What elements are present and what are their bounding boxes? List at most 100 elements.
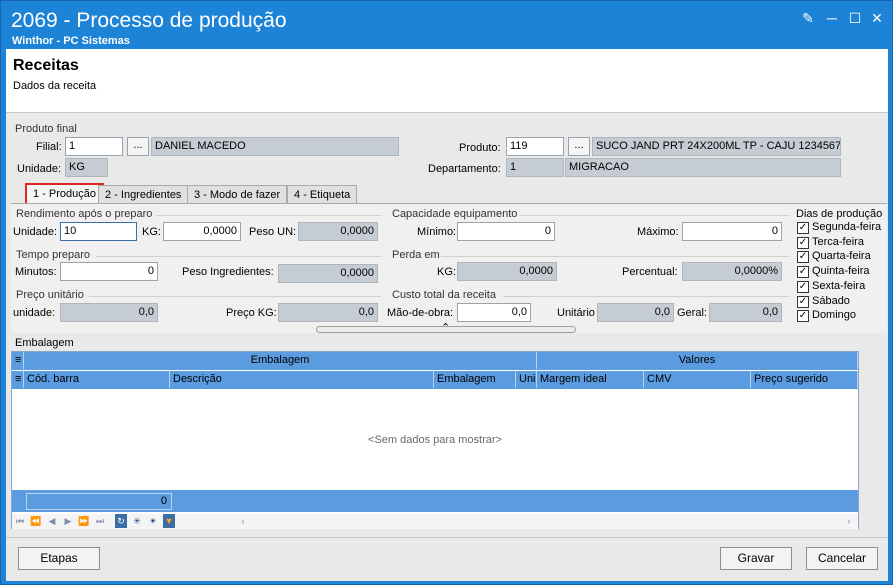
grid-footer: 0 [12, 490, 858, 512]
cancelar-button[interactable]: Cancelar [806, 547, 878, 570]
dia-checkbox[interactable]: ✓ [797, 310, 809, 323]
next-page-icon[interactable]: ⏩ [78, 514, 90, 528]
preco-unidade-value: 0,0 [60, 303, 158, 322]
scroll-left-icon[interactable]: ‹ [237, 514, 249, 528]
filial-input[interactable]: 1 [65, 137, 123, 156]
next-record-icon[interactable]: ▶ [62, 514, 74, 528]
rendimento-unidade-input[interactable]: 10 [60, 222, 137, 241]
capacidade-separator [519, 215, 789, 216]
embalagem-group-label: Embalagem [15, 337, 74, 349]
column-margem-ideal[interactable]: Margem ideal [537, 371, 644, 388]
last-page-icon[interactable]: ⏭ [94, 514, 106, 528]
departamento-value: 1 [506, 158, 564, 177]
prev-record-icon[interactable]: ◀ [46, 514, 58, 528]
maximo-label: Máximo: [637, 226, 679, 238]
dia-label: Quinta-feira [812, 265, 870, 278]
tab-producao[interactable]: 1 - Produção [25, 183, 104, 204]
perda-kg-label: KG: [437, 266, 456, 278]
produto-description: SUCO JAND PRT 24X200ML TP - CAJU 1234567 [592, 137, 841, 156]
splitter-arrow-icon[interactable]: ⌃ [441, 321, 450, 334]
tempo-separator [96, 256, 381, 257]
preco-separator [89, 296, 381, 297]
insert-icon[interactable]: ✳ [131, 514, 143, 528]
page-title: Receitas [13, 57, 79, 74]
departamento-label: Departamento: [428, 163, 501, 175]
window-title: 2069 - Processo de produção [11, 9, 287, 32]
window-subtitle: Winthor - PC Sistemas [12, 35, 130, 47]
dia-label: Sábado [812, 294, 850, 307]
dia-label: Segunda-feira [812, 221, 882, 233]
column-cmv[interactable]: CMV [644, 371, 751, 388]
dia-checkbox[interactable]: ✓ [797, 266, 809, 279]
preco-unidade-label: unidade: [13, 307, 56, 319]
produto-final-group-label: Produto final [15, 123, 77, 135]
peso-ingredientes-value: 0,0000 [278, 264, 378, 283]
dia-label: Domingo [812, 309, 857, 322]
dia-checkbox[interactable]: ✓ [797, 236, 809, 249]
tab-etiqueta[interactable]: 4 - Etiqueta [287, 185, 358, 204]
column-preco-sugerido[interactable]: Preço sugerido [751, 371, 858, 388]
rendimento-unidade-label: Unidade: [13, 226, 58, 238]
departamento-description: MIGRACAO [565, 158, 841, 177]
column-cod-barra[interactable]: Cód. barra [24, 371, 170, 388]
grid-navigator: ⏮ ⏪ ◀ ▶ ⏩ ⏭ ↻ ✳ ✴ ▼ ‹ › [12, 514, 858, 529]
dia-checkbox[interactable]: ✓ [797, 280, 809, 293]
unidade-value: KG [65, 158, 108, 177]
dia-checkbox[interactable]: ✓ [797, 295, 809, 308]
peso-ingredientes-label: Peso Ingredientes: [182, 266, 274, 278]
tab-panel-producao: Rendimento após o preparo Unidade: 10 KG… [11, 203, 887, 334]
produto-label: Produto: [459, 142, 501, 154]
minimo-input[interactable]: 0 [457, 222, 555, 241]
maximo-input[interactable]: 0 [682, 222, 782, 241]
capacidade-title: Capacidade equipamento [392, 208, 518, 220]
preco-kg-value: 0,0 [278, 303, 378, 322]
custo-separator [503, 296, 789, 297]
grid-column-header: ≡ Cód. barra Descrição Embalagem Uni Mar… [12, 371, 858, 389]
dia-label: Terca-feira [812, 235, 864, 248]
page-subtitle: Dados da receita [13, 80, 97, 92]
preco-unitario-title: Preço unitário [16, 289, 84, 301]
custo-unitario-value: 0,0 [597, 303, 674, 322]
minimize-button[interactable]: ─ [823, 9, 841, 27]
peso-un-label: Peso UN: [249, 226, 297, 238]
close-button[interactable]: ✕ [868, 9, 886, 27]
refresh-icon[interactable]: ↻ [115, 514, 127, 528]
tab-ingredientes[interactable]: 2 - Ingredientes [98, 185, 189, 204]
filial-lookup-button[interactable]: ... [127, 137, 149, 156]
dia-label: Sexta-feira [812, 279, 866, 292]
column-uni[interactable]: Uni [516, 371, 537, 388]
column-embalagem[interactable]: Embalagem [434, 371, 516, 388]
dia-checkbox[interactable]: ✓ [797, 251, 809, 264]
rendimento-kg-label: KG: [142, 226, 161, 238]
maximize-button[interactable]: ☐ [846, 9, 864, 27]
filial-label: Filial: [36, 141, 62, 153]
filter-icon[interactable]: ▼ [163, 514, 175, 528]
title-bar: 2069 - Processo de produção Winthor - PC… [1, 1, 892, 49]
rendimento-kg-input[interactable]: 0,0000 [163, 222, 241, 241]
produto-input[interactable]: 119 [506, 137, 564, 156]
edit-icon[interactable]: ✎ [799, 9, 817, 27]
mao-de-obra-input[interactable]: 0,0 [457, 303, 531, 322]
rendimento-title: Rendimento após o preparo [16, 208, 153, 220]
minutos-input[interactable]: 0 [60, 262, 158, 281]
grid-menu-icon[interactable]: ≡ [12, 352, 24, 369]
delete-icon[interactable]: ✴ [147, 514, 159, 528]
prev-page-icon[interactable]: ⏪ [30, 514, 42, 528]
produto-lookup-button[interactable]: ... [568, 137, 590, 156]
column-chooser-icon[interactable]: ≡ [12, 371, 24, 388]
column-descricao[interactable]: Descrição [170, 371, 434, 388]
preco-kg-label: Preço KG: [226, 307, 277, 319]
etapas-button[interactable]: Etapas [18, 547, 100, 570]
percentual-label: Percentual: [622, 266, 678, 278]
perda-kg-value: 0,0000 [457, 262, 557, 281]
gravar-button[interactable]: Gravar [720, 547, 792, 570]
peso-un-value: 0,0000 [298, 222, 378, 241]
tab-modo-de-fazer[interactable]: 3 - Modo de fazer [187, 185, 288, 204]
custo-geral-value: 0,0 [709, 303, 782, 322]
dia-label: Quarta-feira [812, 250, 871, 263]
dia-checkbox[interactable]: ✓ [797, 222, 809, 234]
custo-total-title: Custo total da receita [392, 289, 496, 301]
first-page-icon[interactable]: ⏮ [14, 514, 26, 528]
rendimento-separator [156, 215, 381, 216]
scroll-right-icon[interactable]: › [843, 514, 855, 528]
